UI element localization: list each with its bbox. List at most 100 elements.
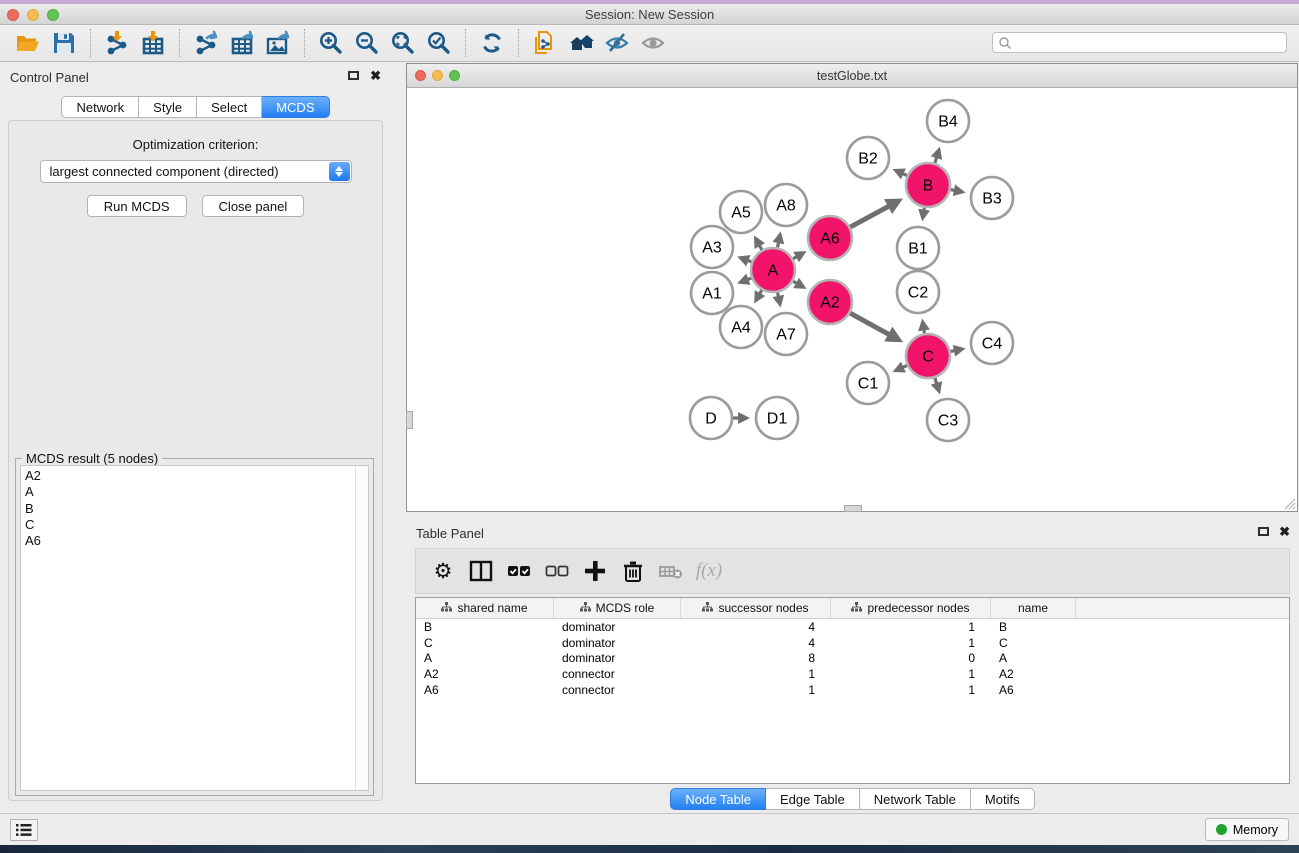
tab-edge-table[interactable]: Edge Table [766, 788, 860, 810]
refresh-icon[interactable] [474, 28, 510, 58]
gear-icon[interactable]: ⚙ [424, 554, 462, 588]
export-image-icon[interactable] [260, 28, 296, 58]
criterion-dropdown-value: largest connected component (directed) [50, 164, 279, 179]
first-neighbors-icon[interactable] [563, 28, 599, 58]
graph-node-D1[interactable]: D1 [756, 397, 798, 439]
graph-node-A[interactable]: A [751, 248, 795, 292]
close-panel-icon[interactable]: ✖ [370, 69, 381, 82]
resize-grip-icon[interactable] [1282, 496, 1296, 510]
network-window-title: testGlobe.txt [407, 69, 1297, 83]
mcds-result-item[interactable]: B [25, 501, 368, 517]
column-header-shared-name[interactable]: shared name [416, 598, 554, 618]
table-cell: 4 [681, 636, 831, 650]
graph-node-A2[interactable]: A2 [808, 280, 852, 324]
memory-status-icon [1216, 824, 1227, 835]
new-network-from-selection-icon[interactable] [527, 28, 563, 58]
import-network-icon[interactable] [99, 28, 135, 58]
tab-node-table[interactable]: Node Table [670, 788, 766, 810]
table-row[interactable]: A6connector11A6 [416, 682, 1289, 698]
import-table-icon[interactable] [135, 28, 171, 58]
graph-edge-A6-B[interactable] [845, 201, 898, 230]
export-table-icon[interactable] [224, 28, 260, 58]
column-header-MCDS-role[interactable]: MCDS role [554, 598, 681, 618]
search-input[interactable] [1012, 35, 1286, 51]
graph-node-A7[interactable]: A7 [765, 313, 807, 355]
graph-node-A5[interactable]: A5 [720, 191, 762, 233]
panel-splitter-handle[interactable] [844, 505, 862, 512]
table-row[interactable]: A2connector11A2 [416, 666, 1289, 682]
table-row[interactable]: Cdominator41C [416, 635, 1289, 651]
hide-selected-icon[interactable] [599, 28, 635, 58]
node-table: shared nameMCDS rolesuccessor nodesprede… [415, 597, 1290, 784]
graph-node-label: B3 [982, 191, 1002, 208]
close-panel-icon[interactable]: ✖ [1279, 525, 1290, 538]
zoom-in-icon[interactable] [313, 28, 349, 58]
close-panel-button[interactable]: Close panel [202, 195, 305, 217]
run-mcds-button[interactable]: Run MCDS [87, 195, 187, 217]
birdseye-toggle-handle[interactable] [406, 411, 413, 429]
table-cell: A2 [416, 667, 554, 681]
optimization-criterion-label: Optimization criterion: [9, 137, 382, 152]
tab-motifs[interactable]: Motifs [971, 788, 1035, 810]
graph-node-A8[interactable]: A8 [765, 184, 807, 226]
graph-node-B4[interactable]: B4 [927, 100, 969, 142]
graph-node-C2[interactable]: C2 [897, 271, 939, 313]
graph-node-D[interactable]: D [690, 397, 732, 439]
zoom-selected-icon[interactable] [421, 28, 457, 58]
tab-select[interactable]: Select [197, 96, 262, 118]
table-cell: connector [554, 683, 681, 697]
export-network-icon[interactable] [188, 28, 224, 58]
tab-mcds[interactable]: MCDS [262, 96, 329, 118]
search-box[interactable] [992, 32, 1287, 53]
mcds-result-item[interactable]: C [25, 517, 368, 533]
mcds-result-item[interactable]: A6 [25, 533, 368, 549]
table-row[interactable]: Bdominator41B [416, 619, 1289, 635]
column-header-name[interactable]: name [991, 598, 1076, 618]
graph-node-C3[interactable]: C3 [927, 399, 969, 441]
graph-node-A4[interactable]: A4 [720, 306, 762, 348]
tab-network-table[interactable]: Network Table [860, 788, 971, 810]
zoom-fit-icon[interactable] [385, 28, 421, 58]
mcds-result-item[interactable]: A [25, 484, 368, 500]
mcds-result-list[interactable]: A2ABCA6 [20, 465, 369, 791]
float-panel-icon[interactable] [1258, 527, 1269, 536]
column-layout-icon[interactable] [462, 554, 500, 588]
graph-node-label: C [922, 349, 934, 366]
table-row[interactable]: Adominator80A [416, 651, 1289, 667]
select-all-icon[interactable] [500, 554, 538, 588]
mcds-result-item[interactable]: A2 [25, 468, 368, 484]
graph-node-C[interactable]: C [906, 334, 950, 378]
open-file-icon[interactable] [10, 28, 46, 58]
graph-node-A6[interactable]: A6 [808, 216, 852, 260]
criterion-dropdown[interactable]: largest connected component (directed) [40, 160, 352, 183]
memory-button[interactable]: Memory [1205, 818, 1289, 841]
graph-node-B[interactable]: B [906, 163, 950, 207]
tab-network[interactable]: Network [61, 96, 139, 118]
add-column-icon[interactable] [576, 554, 614, 588]
graph-node-B3[interactable]: B3 [971, 177, 1013, 219]
graph-node-A3[interactable]: A3 [691, 226, 733, 268]
show-all-icon[interactable] [635, 28, 671, 58]
graph-node-label: B1 [908, 241, 928, 258]
graph-node-C4[interactable]: C4 [971, 322, 1013, 364]
graph-node-B1[interactable]: B1 [897, 227, 939, 269]
function-builder-icon: f(x) [690, 554, 728, 588]
task-history-button[interactable] [10, 819, 38, 841]
graph-node-A1[interactable]: A1 [691, 272, 733, 314]
graph-node-C1[interactable]: C1 [847, 362, 889, 404]
graph-node-label: A3 [702, 240, 722, 257]
network-canvas[interactable]: A A1 A2 A3 A4 A5 A6 A7 A8 B B1 B2 B3 B4 C C1 C2 C3C4 D D1 [407, 88, 1297, 511]
delete-column-icon[interactable] [614, 554, 652, 588]
save-session-icon[interactable] [46, 28, 82, 58]
table-cell: A2 [991, 667, 1076, 681]
tab-style[interactable]: Style [139, 96, 197, 118]
deselect-all-icon[interactable] [538, 554, 576, 588]
graph-edge-A2-C[interactable] [845, 310, 898, 339]
column-header-predecessor-nodes[interactable]: predecessor nodes [831, 598, 991, 618]
zoom-out-icon[interactable] [349, 28, 385, 58]
float-panel-icon[interactable] [348, 71, 359, 80]
graph-node-label: A7 [776, 327, 796, 344]
list-scrollbar[interactable] [355, 466, 368, 790]
column-header-successor-nodes[interactable]: successor nodes [681, 598, 831, 618]
graph-node-B2[interactable]: B2 [847, 137, 889, 179]
